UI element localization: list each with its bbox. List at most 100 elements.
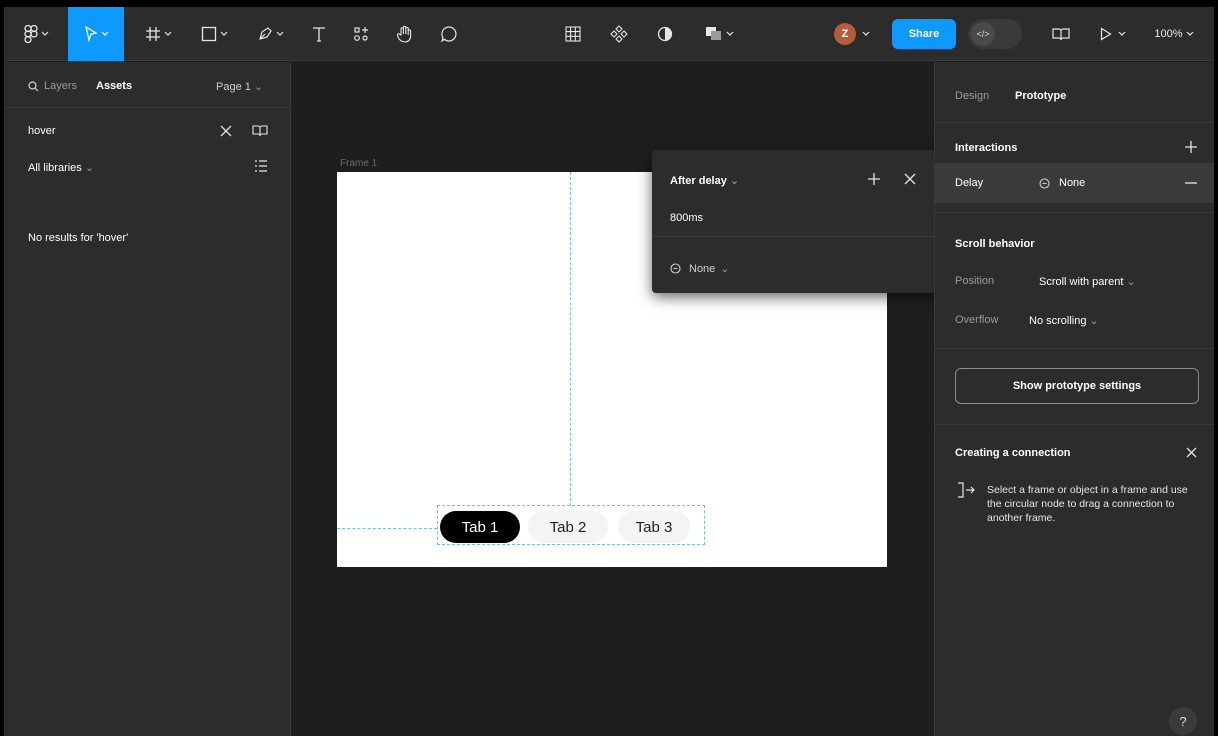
grid-icon bbox=[565, 26, 581, 42]
asset-search: hover bbox=[4, 108, 291, 148]
help-button[interactable]: ? bbox=[1169, 707, 1197, 735]
toolbar: Z Share </> 100% bbox=[4, 7, 1214, 61]
page-selector[interactable]: Page 1 ⌄ bbox=[216, 80, 263, 93]
popover-header: After delay ⌄ bbox=[652, 150, 936, 208]
shape-tool-button[interactable] bbox=[192, 7, 236, 61]
tab-2[interactable]: Tab 2 bbox=[528, 511, 608, 543]
code-icon: </> bbox=[971, 22, 995, 46]
chevron-down-icon bbox=[276, 31, 283, 36]
zoom-menu[interactable]: 100% bbox=[1142, 7, 1206, 61]
book-icon bbox=[1052, 28, 1070, 41]
tab-assets[interactable]: Assets bbox=[96, 80, 132, 92]
hand-icon bbox=[396, 25, 412, 43]
chevron-down-icon bbox=[726, 31, 733, 36]
grid-button[interactable] bbox=[556, 7, 590, 61]
chevron-down-icon: ⌄ bbox=[729, 175, 740, 187]
position-label: Position bbox=[955, 275, 995, 287]
action-label: None bbox=[689, 262, 716, 275]
dev-mode-toggle[interactable]: </> bbox=[968, 19, 1022, 49]
page-name: Page 1 bbox=[216, 81, 251, 93]
frame-label[interactable]: Frame 1 bbox=[340, 158, 377, 169]
chevron-down-icon: ⌄ bbox=[1089, 315, 1099, 327]
overflow-label: Overflow bbox=[955, 314, 999, 326]
interaction-popover: After delay ⌄ 800ms None ⌄ bbox=[652, 150, 936, 293]
comment-icon bbox=[440, 26, 457, 43]
boolean-union-icon bbox=[705, 27, 721, 40]
action-dropdown[interactable]: None ⌄ bbox=[670, 262, 730, 275]
component-icon bbox=[610, 25, 628, 43]
comment-tool-button[interactable] bbox=[432, 7, 466, 61]
position-dropdown[interactable]: Scroll with parent ⌄ bbox=[1039, 275, 1136, 288]
guide-line-horizontal bbox=[337, 528, 437, 529]
show-prototype-settings-button[interactable]: Show prototype settings bbox=[955, 368, 1199, 404]
empty-results-message: No results for 'hover' bbox=[28, 232, 129, 244]
none-circle-icon bbox=[1039, 178, 1050, 189]
boolean-button[interactable] bbox=[696, 7, 742, 61]
connection-help-text: Select a frame or object in a frame and … bbox=[987, 484, 1188, 524]
position-value: Scroll with parent bbox=[1039, 276, 1124, 288]
divider bbox=[652, 236, 936, 237]
chevron-down-icon: ⌄ bbox=[253, 81, 264, 93]
list-view-icon[interactable] bbox=[254, 160, 268, 172]
tabs-component[interactable]: Tab 1 Tab 2 Tab 3 bbox=[437, 505, 705, 545]
figma-app: Z Share </> 100% Layers Assets Page 1 ⌄ … bbox=[4, 7, 1214, 736]
delay-input[interactable]: 800ms bbox=[670, 212, 703, 224]
zoom-level: 100% bbox=[1154, 28, 1183, 40]
present-button[interactable] bbox=[1092, 7, 1134, 61]
chevron-down-icon bbox=[1186, 31, 1193, 36]
plus-icon[interactable] bbox=[1185, 141, 1197, 153]
search-input[interactable]: hover bbox=[28, 125, 56, 137]
text-icon bbox=[313, 27, 325, 42]
chevron-down-icon bbox=[862, 31, 870, 36]
interactions-title: Interactions bbox=[955, 142, 1018, 154]
plus-icon[interactable] bbox=[868, 173, 880, 185]
interaction-row[interactable]: Delay None bbox=[935, 163, 1214, 203]
chevron-down-icon: ⌄ bbox=[1126, 276, 1136, 288]
hand-tool-button[interactable] bbox=[388, 7, 422, 61]
tab-prototype[interactable]: Prototype bbox=[1015, 90, 1066, 102]
frame-tool-button[interactable] bbox=[136, 7, 180, 61]
tab-3[interactable]: Tab 3 bbox=[618, 511, 690, 543]
avatar: Z bbox=[834, 23, 856, 45]
main-menu-button[interactable] bbox=[16, 7, 56, 61]
connection-title: Creating a connection bbox=[955, 447, 1071, 459]
pen-tool-button[interactable] bbox=[248, 7, 292, 61]
trigger-dropdown[interactable]: After delay ⌄ bbox=[670, 174, 739, 187]
chevron-down-icon bbox=[1118, 31, 1126, 36]
search-icon[interactable] bbox=[28, 81, 39, 92]
none-circle-icon bbox=[670, 263, 681, 274]
resources-icon bbox=[354, 27, 368, 41]
libraries-label: All libraries bbox=[28, 162, 82, 174]
user-menu-button[interactable]: Z bbox=[826, 7, 878, 61]
tab-1[interactable]: Tab 1 bbox=[440, 511, 520, 543]
chevron-down-icon bbox=[220, 31, 227, 36]
mask-button[interactable] bbox=[648, 7, 682, 61]
text-tool-button[interactable] bbox=[304, 7, 334, 61]
share-button[interactable]: Share bbox=[892, 19, 956, 49]
library-button[interactable] bbox=[1044, 7, 1078, 61]
tab-layers[interactable]: Layers bbox=[44, 80, 77, 92]
pen-icon bbox=[258, 27, 272, 40]
contrast-icon bbox=[657, 26, 673, 42]
libraries-filter: All libraries ⌄ bbox=[4, 148, 291, 188]
close-icon[interactable] bbox=[1186, 447, 1197, 458]
play-icon bbox=[1100, 27, 1112, 41]
overflow-dropdown[interactable]: No scrolling ⌄ bbox=[1029, 314, 1099, 327]
close-icon[interactable] bbox=[220, 125, 232, 137]
resources-button[interactable] bbox=[344, 7, 378, 61]
move-tool-button[interactable] bbox=[68, 7, 124, 61]
minus-icon[interactable] bbox=[1185, 182, 1197, 184]
figma-logo-icon bbox=[23, 25, 38, 43]
close-icon[interactable] bbox=[904, 173, 916, 185]
divider bbox=[935, 122, 1214, 123]
interaction-trigger: Delay bbox=[955, 177, 984, 189]
right-panel: Design Prototype Interactions Delay None… bbox=[934, 62, 1214, 736]
divider bbox=[935, 424, 1214, 425]
book-icon[interactable] bbox=[252, 125, 268, 137]
libraries-dropdown[interactable]: All libraries ⌄ bbox=[28, 161, 94, 174]
chevron-down-icon bbox=[101, 31, 108, 36]
component-button[interactable] bbox=[602, 7, 636, 61]
tab-design[interactable]: Design bbox=[955, 90, 989, 102]
connection-arrow-icon bbox=[958, 482, 975, 498]
chevron-down-icon: ⌄ bbox=[720, 263, 730, 275]
